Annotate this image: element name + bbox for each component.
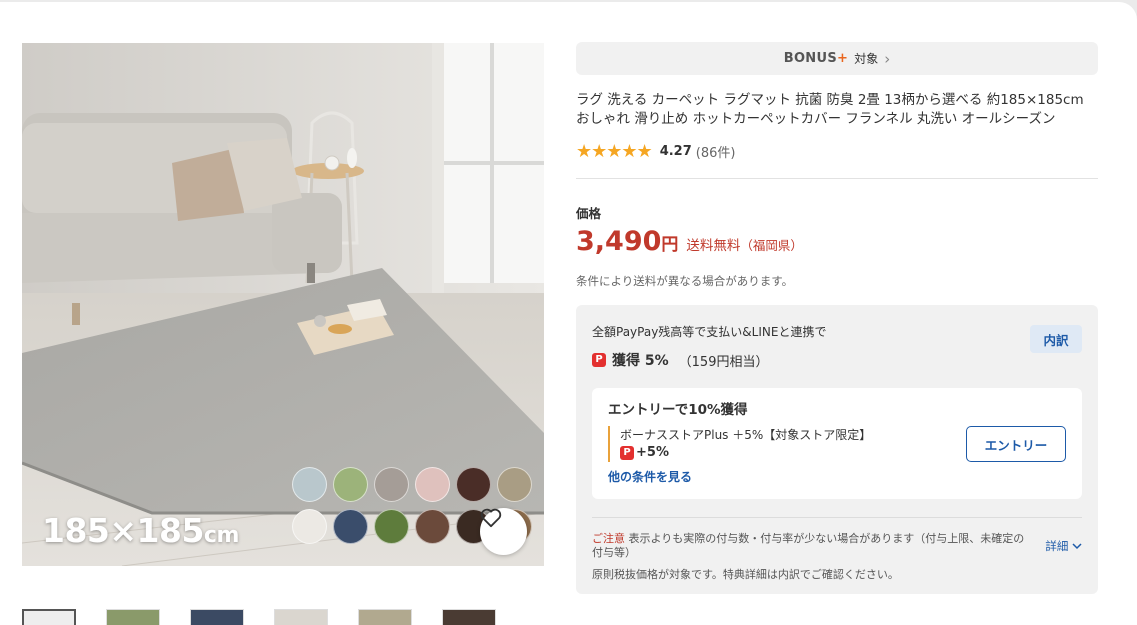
caution-label: ご注意 — [592, 532, 625, 545]
caution-text: ご注意 表示よりも実際の付与数・付与率が少ない場合があります（付与上限、未確定の… — [592, 532, 1032, 560]
entry-title: エントリーで10%獲得 — [608, 402, 748, 418]
bonus-plus-logo: BONUS+ — [784, 51, 848, 66]
caution-body: 表示よりも実際の付与数・付与率が少ない場合があります（付与上限、未確定の付与等） — [592, 532, 1025, 559]
color-swatch[interactable] — [292, 467, 327, 502]
chevron-right-icon: › — [884, 49, 891, 68]
entry-button[interactable]: エントリー — [966, 426, 1066, 462]
rating-row[interactable]: ★★★★★ 4.27 (86件) — [576, 141, 1098, 162]
points-gain: P 獲得 5% （159円相当） — [592, 350, 1082, 370]
size-caption: 185×185cm — [42, 511, 239, 550]
thumbnail-item[interactable] — [106, 609, 160, 625]
color-swatch[interactable] — [374, 509, 409, 544]
points-gain-rate: 獲得 5% — [612, 353, 669, 369]
paypay-points-box: 全額PayPay残高等で支払い&LINEと連携で P 獲得 5% （159円相当… — [576, 305, 1098, 594]
other-conditions-link[interactable]: 他の条件を見る — [608, 468, 1066, 485]
heart-icon — [480, 508, 502, 528]
size-value: 185×185 — [42, 511, 204, 550]
entry-campaign-card: エントリーで10%獲得 ボーナスストアPlus ＋5%【対象ストア限定】 P +… — [592, 388, 1082, 499]
product-card: 185×185cm BONUS+ 対象 › ラグ 洗える カーペット ラグマット… — [0, 2, 1137, 625]
breakdown-button[interactable]: 内訳 — [1030, 325, 1082, 353]
thumbnail-item[interactable] — [274, 609, 328, 625]
product-info-panel: BONUS+ 対象 › ラグ 洗える カーペット ラグマット 抗菌 防臭 2畳 … — [576, 42, 1098, 594]
bonus-plus-banner[interactable]: BONUS+ 対象 › — [576, 42, 1098, 75]
points-gain-yen: （159円相当） — [678, 354, 769, 370]
thumbnail-item[interactable] — [358, 609, 412, 625]
price-amount: 3,490円 — [576, 226, 678, 257]
price-row: 3,490円 送料無料（福岡県） — [576, 226, 1098, 257]
color-swatch[interactable] — [456, 467, 491, 502]
chevron-down-icon — [1072, 543, 1082, 550]
shipping-info: 送料無料（福岡県） — [686, 234, 803, 254]
review-count[interactable]: (86件) — [696, 142, 736, 161]
price-label: 価格 — [576, 206, 602, 221]
color-swatch[interactable] — [333, 509, 368, 544]
color-swatch[interactable] — [374, 467, 409, 502]
free-shipping-label: 送料無料 — [686, 238, 741, 254]
thumbnail-item[interactable] — [190, 609, 244, 625]
color-swatch[interactable] — [415, 467, 450, 502]
shipping-note: 条件により送料が異なる場合があります。 — [576, 274, 794, 288]
rating-score: 4.27 — [659, 144, 692, 159]
product-main-image[interactable]: 185×185cm — [22, 43, 544, 566]
paypay-point-icon: P — [592, 353, 606, 367]
thumbnail-item[interactable] — [22, 609, 76, 625]
shipping-origin: （福岡県） — [740, 238, 803, 253]
paypay-point-icon: P — [620, 446, 634, 460]
divider — [576, 178, 1098, 179]
caution-detail-link[interactable]: 詳細 — [1045, 538, 1082, 554]
image-thumbnails — [22, 609, 496, 625]
caution-section: ご注意 表示よりも実際の付与数・付与率が少ない場合があります（付与上限、未確定の… — [592, 517, 1082, 582]
size-unit: cm — [203, 523, 239, 548]
price-currency: 円 — [661, 235, 679, 255]
detail-link-label: 詳細 — [1045, 539, 1069, 553]
entry-points-value: +5% — [636, 445, 669, 460]
color-swatch[interactable] — [333, 467, 368, 502]
color-swatch[interactable] — [292, 509, 327, 544]
bonus-logo-plus: + — [837, 51, 849, 66]
favorite-button[interactable] — [480, 508, 527, 555]
thumbnail-item[interactable] — [442, 609, 496, 625]
tax-note: 原則税抜価格が対象です。特典詳細は内訳でご確認ください。 — [592, 568, 899, 581]
color-swatch[interactable] — [415, 509, 450, 544]
paypay-condition: 全額PayPay残高等で支払い&LINEと連携で — [592, 325, 827, 339]
product-title: ラグ 洗える カーペット ラグマット 抗菌 防臭 2畳 13柄から選べる 約18… — [576, 92, 1084, 127]
star-rating-icon: ★★★★★ — [576, 141, 653, 162]
color-swatch[interactable] — [497, 467, 532, 502]
price-value: 3,490 — [576, 226, 662, 257]
bonus-logo-text: BONUS — [783, 51, 838, 66]
bonus-label: 対象 — [854, 52, 879, 66]
